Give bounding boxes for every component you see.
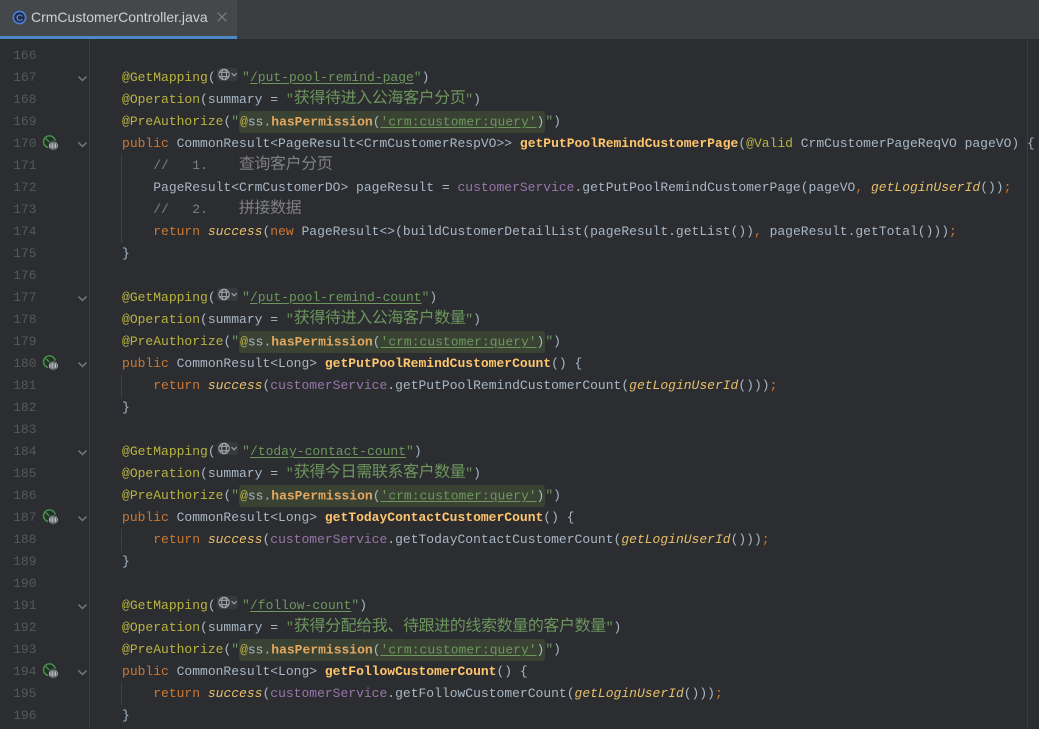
svg-text:C: C [16, 13, 23, 24]
